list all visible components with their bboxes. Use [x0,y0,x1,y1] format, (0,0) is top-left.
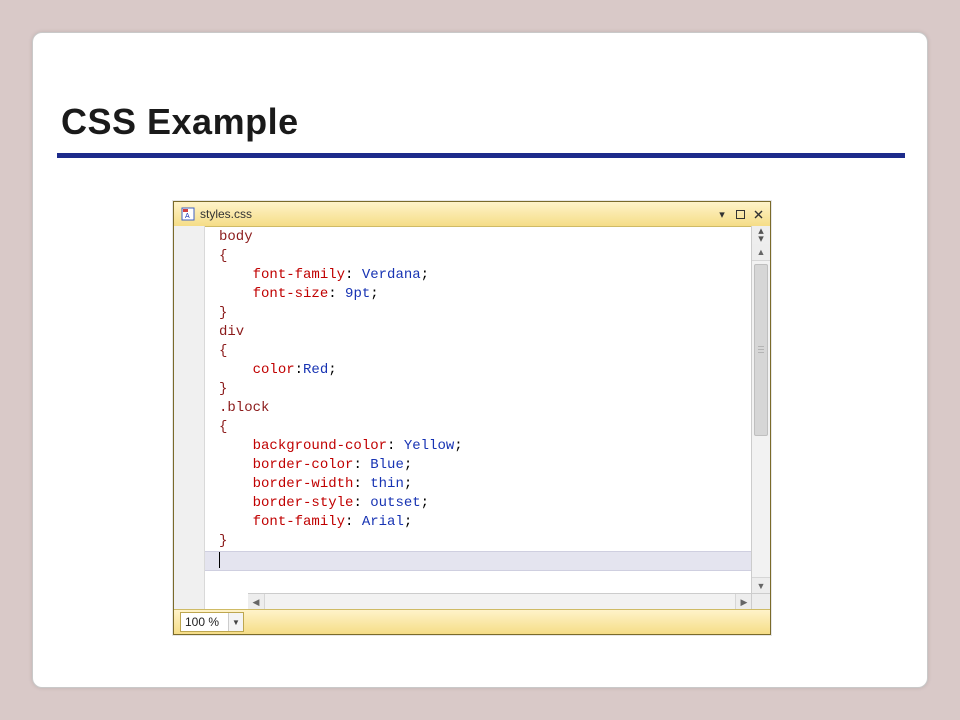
title-underline [57,153,905,158]
horizontal-scrollbar[interactable]: ◀ ▶ [248,593,752,610]
editor-window: A styles.css ▾ body{ font-family: Verdan… [173,201,771,635]
window-titlebar[interactable]: A styles.css ▾ [174,202,770,227]
scroll-up-button[interactable]: ▲ [752,244,770,261]
code-line[interactable]: } [219,380,770,399]
code-line[interactable]: font-size: 9pt; [219,285,770,304]
window-menu-button[interactable]: ▾ [714,207,730,221]
code-line[interactable]: font-family: Arial; [219,513,770,532]
window-title: styles.css [200,207,714,221]
scroll-right-button[interactable]: ▶ [735,594,752,610]
scroll-left-button[interactable]: ◀ [248,594,265,610]
scroll-corner [751,593,770,610]
code-line[interactable]: .block [219,399,770,418]
code-line[interactable]: color:Red; [219,361,770,380]
code-line[interactable]: } [219,532,770,551]
code-line[interactable]: border-style: outset; [219,494,770,513]
editor-statusbar: 100 % ▼ [174,609,770,634]
code-content[interactable]: body{ font-family: Verdana; font-size: 9… [205,226,770,551]
zoom-level-value: 100 % [181,615,228,629]
code-area: body{ font-family: Verdana; font-size: 9… [174,226,770,610]
current-line-highlight [205,551,770,571]
zoom-level-combobox[interactable]: 100 % ▼ [180,612,244,632]
code-line[interactable]: border-color: Blue; [219,456,770,475]
split-handle-icon: ▴▾ [758,227,764,243]
editor-gutter [174,226,205,610]
slide-title: CSS Example [61,101,299,143]
code-line[interactable]: body [219,228,770,247]
text-caret [219,552,220,568]
svg-text:A: A [185,213,190,220]
code-line[interactable]: { [219,418,770,437]
code-line[interactable]: font-family: Verdana; [219,266,770,285]
code-line[interactable]: { [219,342,770,361]
code-line[interactable]: border-width: thin; [219,475,770,494]
code-body[interactable]: body{ font-family: Verdana; font-size: 9… [205,226,770,610]
code-line[interactable]: background-color: Yellow; [219,437,770,456]
code-line[interactable]: { [219,247,770,266]
chevron-down-icon[interactable]: ▼ [228,613,243,631]
file-css-icon: A [180,206,196,222]
code-line[interactable]: } [219,304,770,323]
split-handle[interactable]: ▴▾ [751,226,770,245]
vertical-scrollbar[interactable]: ▲ ▼ [751,244,770,594]
vertical-scroll-thumb[interactable] [754,264,768,436]
scroll-down-button[interactable]: ▼ [752,577,770,594]
window-maximize-button[interactable] [732,207,748,221]
code-line[interactable]: div [219,323,770,342]
window-close-button[interactable] [750,207,766,221]
slide: CSS Example A styles.css ▾ [32,32,928,688]
